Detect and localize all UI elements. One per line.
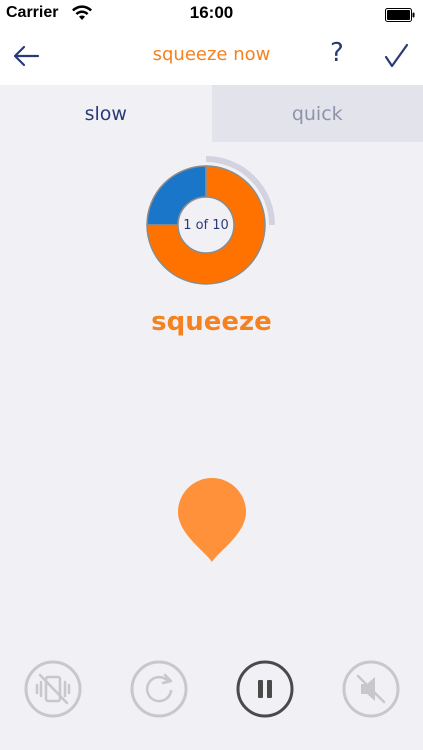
restart-icon bbox=[130, 660, 188, 718]
page-title: squeeze now bbox=[152, 44, 271, 65]
done-button[interactable] bbox=[380, 40, 412, 72]
rep-counter: 1 of 10 bbox=[183, 218, 229, 233]
vibration-off-icon bbox=[24, 660, 82, 718]
clock: 16:00 bbox=[189, 3, 234, 22]
speaker-muted-icon bbox=[342, 660, 400, 718]
playback-controls bbox=[0, 660, 423, 720]
nav-bar: squeeze now ? bbox=[0, 28, 423, 85]
progress-ring: 1 of 10 bbox=[145, 152, 285, 292]
restart-button[interactable] bbox=[130, 660, 188, 718]
exercise-word: squeeze bbox=[151, 307, 272, 337]
mute-button[interactable] bbox=[342, 660, 400, 718]
drop-icon bbox=[178, 478, 246, 562]
vibration-off-button[interactable] bbox=[24, 660, 82, 718]
battery-icon bbox=[385, 7, 415, 26]
help-button[interactable]: ? bbox=[330, 38, 344, 68]
tab-slow[interactable]: slow bbox=[0, 85, 212, 142]
drop-indicator bbox=[176, 476, 248, 566]
tab-quick[interactable]: quick bbox=[211, 85, 423, 142]
pause-icon bbox=[236, 660, 294, 718]
pause-button[interactable] bbox=[236, 660, 294, 718]
checkmark-icon bbox=[384, 43, 409, 68]
speed-tabs: slow quick bbox=[0, 85, 423, 142]
